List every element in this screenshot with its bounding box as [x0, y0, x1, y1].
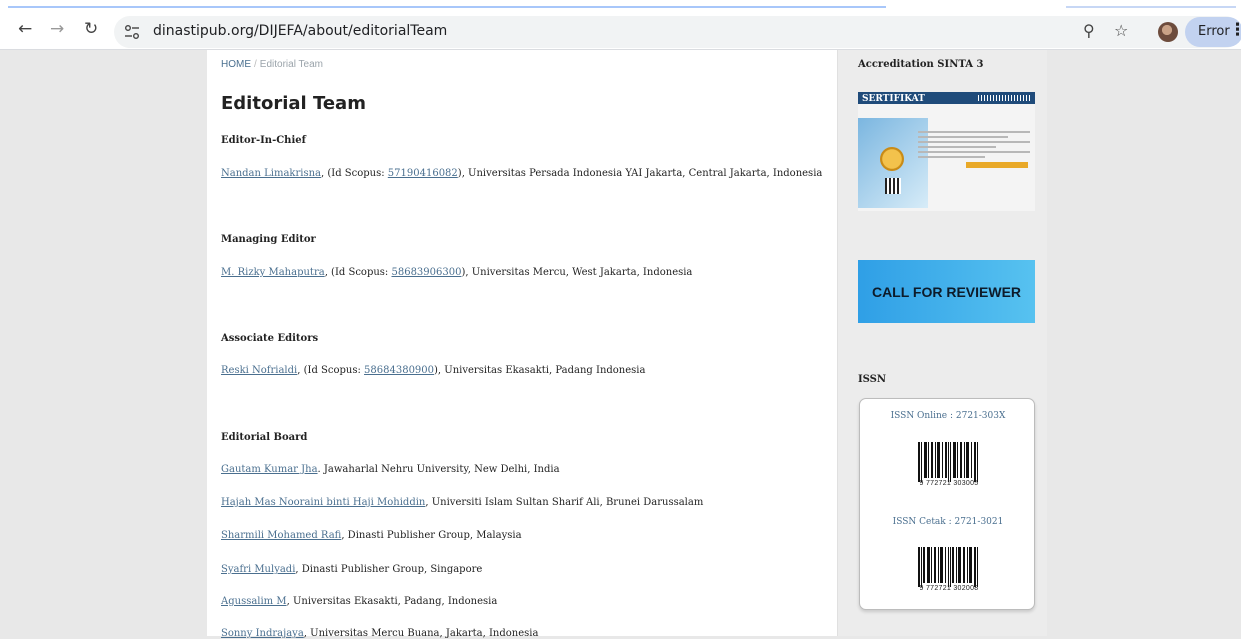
- entry-text: , Universitas Ekasakti, Padang, Indonesi…: [286, 596, 498, 607]
- star-icon[interactable]: ☆: [1114, 21, 1128, 40]
- back-icon[interactable]: ←: [18, 19, 32, 39]
- member-link[interactable]: M. Rizky Mahaputra: [221, 267, 325, 278]
- list-item: Sonny Indrajaya, Universitas Mercu Buana…: [221, 628, 538, 639]
- associate-editor-entry: Reski Nofrialdi, (Id Scopus: 58684380900…: [221, 365, 645, 376]
- barcode-icon: [918, 442, 978, 482]
- issn-title: ISSN: [858, 374, 887, 385]
- reload-icon[interactable]: ↻: [84, 19, 98, 39]
- browser-toolbar: ← → ↻ dinastipub.org/DIJEFA/about/editor…: [0, 0, 1241, 50]
- qr-code-icon: [885, 178, 901, 194]
- certificate-heading: SERTIFIKAT: [862, 94, 925, 104]
- entry-text: , Dinasti Publisher Group, Malaysia: [341, 530, 522, 541]
- barcode-icon: [918, 547, 978, 587]
- address-bar[interactable]: dinastipub.org/DIJEFA/about/editorialTea…: [114, 16, 1241, 48]
- issn-print-label[interactable]: ISSN Cetak : 2721-3021: [860, 517, 1036, 527]
- member-link[interactable]: Reski Nofrialdi: [221, 365, 297, 376]
- medal-icon: [880, 147, 904, 171]
- profile-error-button[interactable]: Error ⋮: [1185, 17, 1241, 47]
- breadcrumb-home[interactable]: HOME: [221, 59, 251, 70]
- certificate-text-lines: [918, 128, 1030, 161]
- scopus-link[interactable]: 58684380900: [364, 365, 434, 376]
- member-link[interactable]: Nandan Limakrisna: [221, 168, 321, 179]
- entry-text: , Dinasti Publisher Group, Singapore: [295, 564, 483, 575]
- certificate-stripe: [978, 95, 1032, 101]
- member-link[interactable]: Sonny Indrajaya: [221, 628, 304, 639]
- tab-strip: [8, 6, 1240, 8]
- list-item: Hajah Mas Nooraini binti Haji Mohiddin, …: [221, 497, 703, 508]
- breadcrumb-current: Editorial Team: [259, 59, 323, 70]
- zoom-icon[interactable]: ⚲: [1083, 21, 1095, 40]
- entry-text: ), Universitas Mercu, West Jakarta, Indo…: [461, 267, 693, 278]
- entry-text: ), Universitas Persada Indonesia YAI Jak…: [457, 168, 823, 179]
- profile-error-label: Error: [1198, 24, 1230, 39]
- main-content: HOME / Editorial Team Editorial Team Edito…: [207, 50, 837, 639]
- url-text[interactable]: dinastipub.org/DIJEFA/about/editorialTea…: [153, 23, 447, 39]
- member-link[interactable]: Syafri Mulyadi: [221, 564, 295, 575]
- associate-editors-heading: Associate Editors: [221, 333, 319, 344]
- breadcrumb: HOME / Editorial Team: [221, 59, 323, 70]
- list-item: Agussalim M, Universitas Ekasakti, Padan…: [221, 596, 497, 607]
- sidebar: Accreditation SINTA 3 SERTIFIKAT CALL FO…: [837, 50, 1047, 636]
- issn-box: ISSN Online : 2721-303X 9 772721 303005 …: [859, 398, 1035, 610]
- editor-in-chief-heading: Editor-In-Chief: [221, 135, 306, 146]
- entry-text: , (Id Scopus:: [297, 365, 365, 376]
- call-for-reviewer-label: CALL FOR REVIEWER: [871, 283, 1022, 300]
- member-link[interactable]: Gautam Kumar Jha: [221, 464, 318, 475]
- barcode-number: 9 772721 303005: [919, 480, 979, 487]
- editor-in-chief-entry: Nandan Limakrisna, (Id Scopus: 571904160…: [221, 168, 822, 179]
- entry-text: , (Id Scopus:: [324, 267, 392, 278]
- scopus-link[interactable]: 58683906300: [391, 267, 461, 278]
- managing-editor-heading: Managing Editor: [221, 234, 316, 245]
- page-title: Editorial Team: [221, 93, 366, 114]
- entry-text: , Universitas Mercu Buana, Jakarta, Indo…: [303, 628, 539, 639]
- page-viewport: HOME / Editorial Team Editorial Team Edito…: [8, 50, 1241, 639]
- entry-text: . Jawaharlal Nehru University, New Delhi…: [317, 464, 560, 475]
- list-item: Syafri Mulyadi, Dinasti Publisher Group,…: [221, 564, 482, 575]
- member-link[interactable]: Sharmili Mohamed Rafi: [221, 530, 341, 541]
- list-item: Gautam Kumar Jha. Jawaharlal Nehru Unive…: [221, 464, 560, 475]
- editorial-board-heading: Editorial Board: [221, 432, 308, 443]
- site-settings-icon[interactable]: [124, 24, 140, 40]
- barcode-number: 9 772721 302008: [919, 585, 979, 592]
- entry-text: ), Universitas Ekasakti, Padang Indonesi…: [434, 365, 646, 376]
- certificate-ribbon: [966, 162, 1028, 168]
- accreditation-title: Accreditation SINTA 3: [858, 59, 984, 70]
- call-for-reviewer-banner[interactable]: CALL FOR REVIEWER: [858, 260, 1035, 323]
- member-link[interactable]: Agussalim M: [221, 596, 287, 607]
- member-link[interactable]: Hajah Mas Nooraini binti Haji Mohiddin: [221, 497, 425, 508]
- managing-editor-entry: M. Rizky Mahaputra, (Id Scopus: 58683906…: [221, 267, 692, 278]
- issn-print-barcode: 9 772721 302008: [912, 547, 986, 595]
- sinta-certificate-image[interactable]: SERTIFIKAT: [858, 92, 1035, 211]
- more-icon[interactable]: ⋮: [1229, 20, 1241, 40]
- scopus-link[interactable]: 57190416082: [388, 168, 458, 179]
- issn-online-barcode: 9 772721 303005: [912, 442, 986, 490]
- entry-text: , Universiti Islam Sultan Sharif Ali, Br…: [425, 497, 704, 508]
- list-item: Sharmili Mohamed Rafi, Dinasti Publisher…: [221, 530, 522, 541]
- avatar[interactable]: [1158, 22, 1178, 42]
- entry-text: , (Id Scopus:: [321, 168, 388, 179]
- breadcrumb-separator: /: [254, 59, 257, 70]
- issn-online-label[interactable]: ISSN Online : 2721-303X: [860, 411, 1036, 421]
- forward-icon[interactable]: →: [50, 19, 64, 39]
